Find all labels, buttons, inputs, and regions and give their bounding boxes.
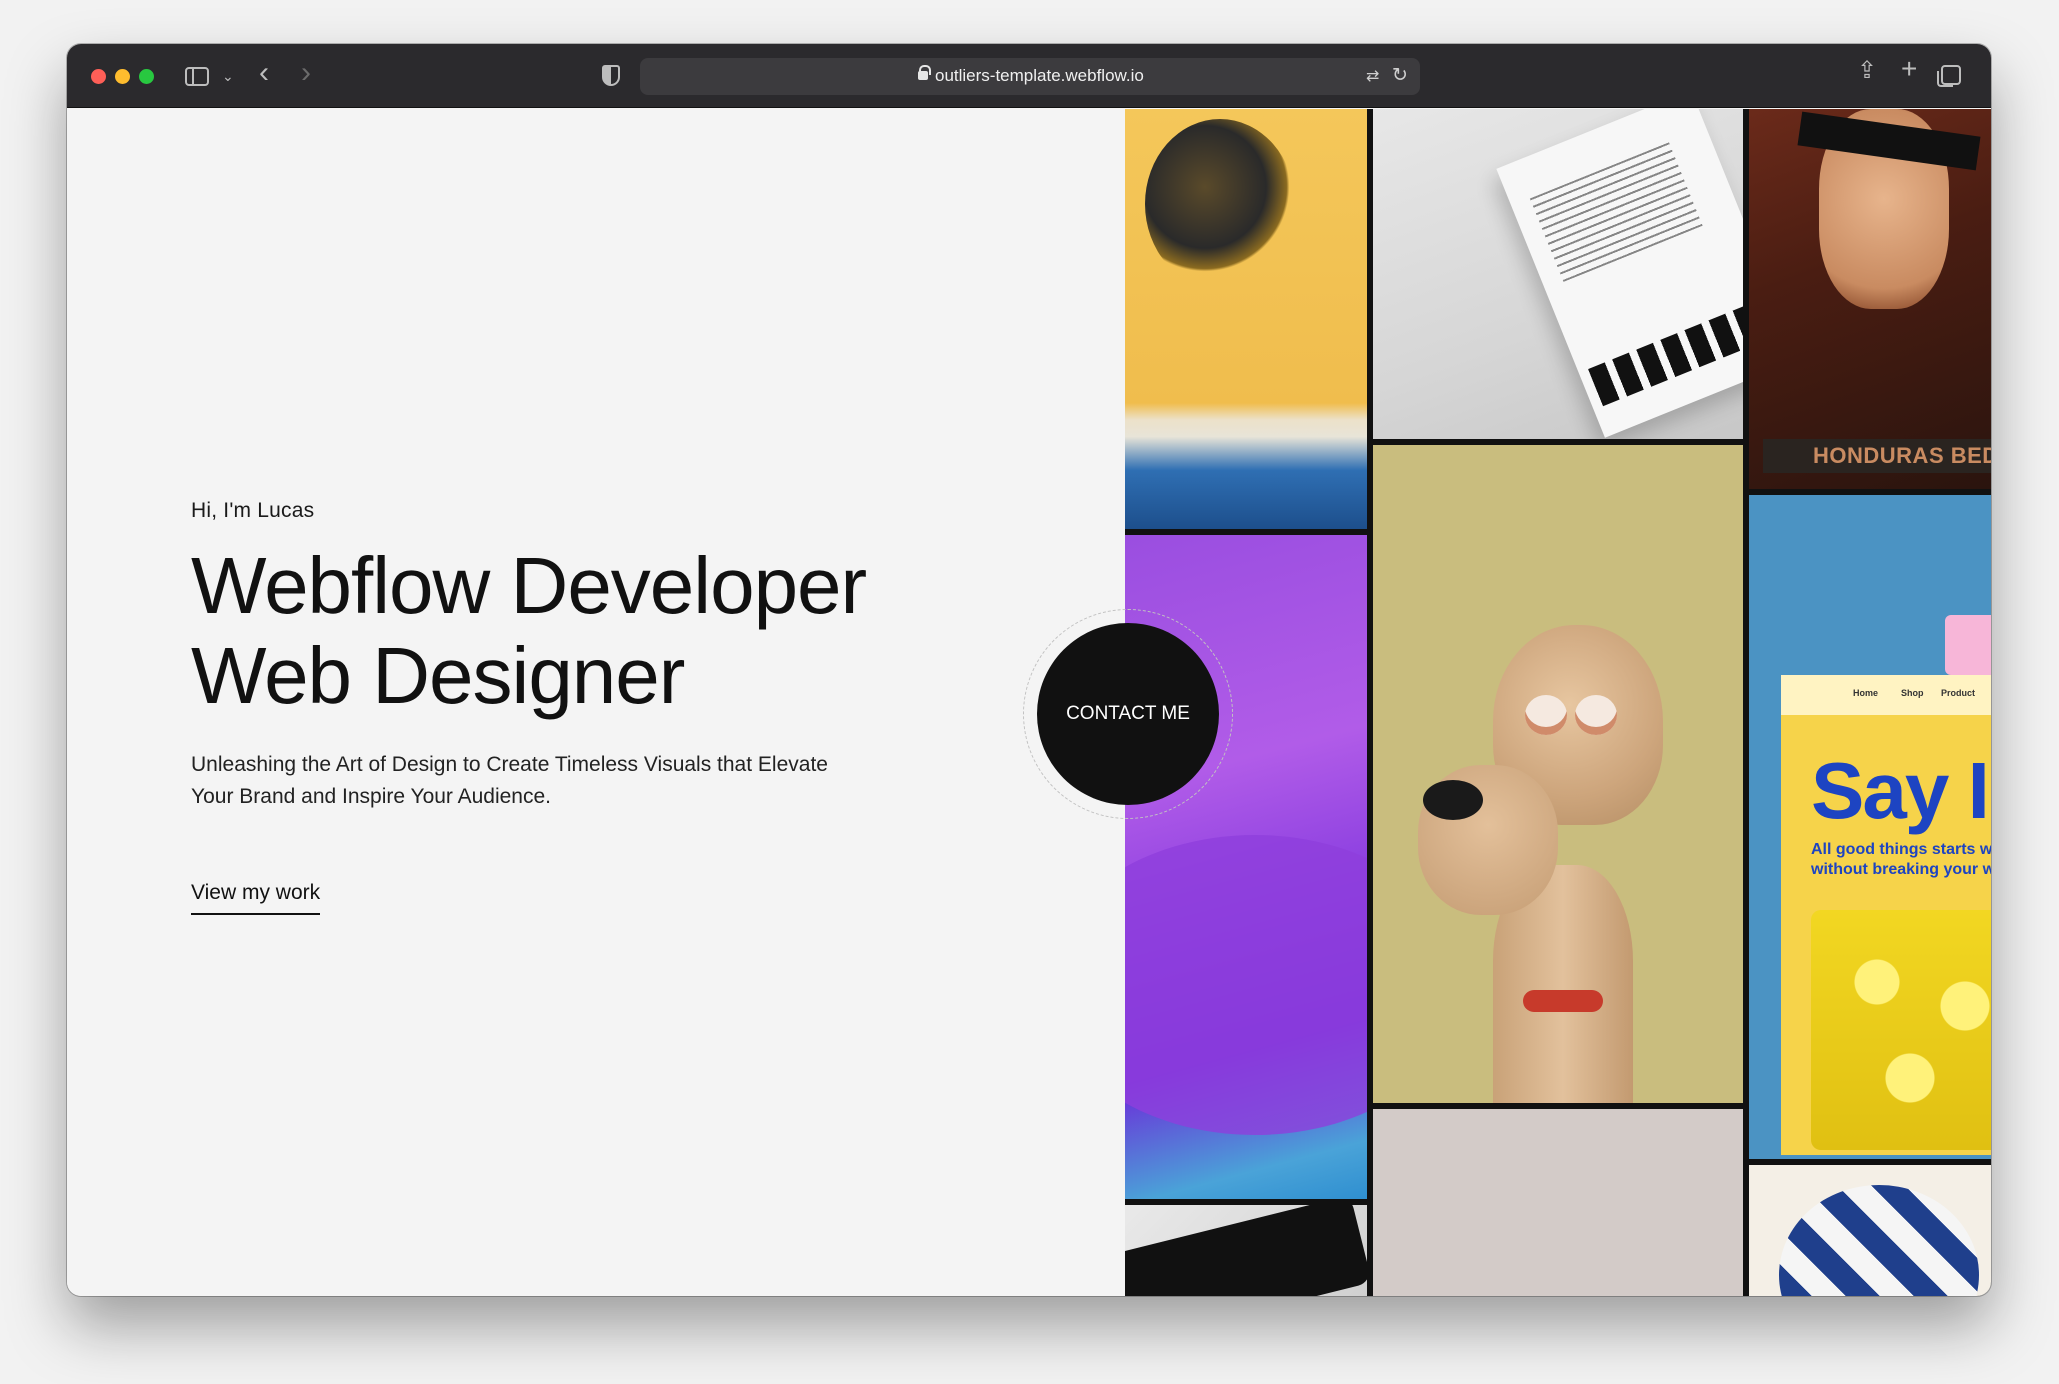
page-content: Hi, I'm Lucas Webflow Developer Web Desi…	[67, 109, 1991, 1296]
gallery-tile-web-ui[interactable]: Home Shop Product Say I All good things …	[1749, 495, 1991, 1159]
zoom-window-button[interactable]	[139, 69, 154, 84]
gallery-tile-phone[interactable]	[1125, 1205, 1367, 1296]
reload-icon[interactable]: ↻	[1392, 64, 1408, 87]
page-title: Webflow Developer Web Designer	[191, 541, 991, 721]
ui-nav-home: Home	[1853, 688, 1879, 698]
portfolio-gallery: HONDURAS BED LEI Home Shop Product Say I…	[1125, 109, 1991, 1296]
minimize-window-button[interactable]	[115, 69, 130, 84]
forward-arrow-icon[interactable]: ›	[301, 58, 311, 88]
translate-icon[interactable]: ⇄	[1366, 66, 1379, 86]
sidebar-toggle-icon[interactable]	[185, 67, 209, 86]
privacy-shield-icon[interactable]	[602, 65, 620, 86]
headline-line-1: Webflow Developer	[191, 541, 867, 630]
tab-overview-icon[interactable]	[1937, 65, 1961, 87]
gallery-tile-knot[interactable]	[1749, 1165, 1991, 1296]
browser-window: ⌄ ‹ › outliers-template.webflow.io ⇄ ↻ ⇪…	[67, 44, 1991, 1296]
chevron-down-icon[interactable]: ⌄	[222, 65, 234, 87]
contact-me-button[interactable]: CONTACT ME	[1037, 623, 1219, 805]
ui-headline: Say I	[1811, 746, 1990, 835]
ui-subline: All good things starts wi without breaki…	[1811, 841, 1991, 878]
url-text: outliers-template.webflow.io	[935, 66, 1144, 85]
gallery-tile-neutral[interactable]	[1373, 1109, 1743, 1296]
gallery-tile-print-mockup[interactable]	[1373, 109, 1743, 439]
ui-mockup-card: Home Shop Product Say I All good things …	[1781, 675, 1991, 1155]
back-arrow-icon[interactable]: ‹	[259, 58, 269, 88]
gallery-tile-poster[interactable]: HONDURAS BED LEI	[1749, 109, 1991, 489]
new-tab-icon[interactable]: +	[1901, 55, 1917, 83]
gallery-tile-yellow-object[interactable]	[1125, 109, 1367, 529]
lock-icon	[918, 65, 931, 80]
ui-nav-product: Product	[1941, 688, 1976, 698]
view-my-work-link[interactable]: View my work	[191, 881, 321, 915]
address-bar[interactable]: outliers-template.webflow.io ⇄ ↻	[640, 58, 1420, 95]
browser-toolbar: ⌄ ‹ › outliers-template.webflow.io ⇄ ↻ ⇪…	[67, 44, 1991, 108]
headline-line-2: Web Designer	[191, 631, 685, 720]
hero-section: Hi, I'm Lucas Webflow Developer Web Desi…	[191, 499, 991, 915]
share-icon[interactable]: ⇪	[1857, 59, 1877, 83]
gallery-tile-3d-dog[interactable]	[1373, 445, 1743, 1103]
hero-tagline: Unleashing the Art of Design to Create T…	[191, 753, 828, 808]
poster-sign-text: HONDURAS BED LEI	[1813, 443, 1991, 468]
greeting-text: Hi, I'm Lucas	[191, 499, 315, 522]
close-window-button[interactable]	[91, 69, 106, 84]
ui-nav-shop: Shop	[1901, 688, 1924, 698]
